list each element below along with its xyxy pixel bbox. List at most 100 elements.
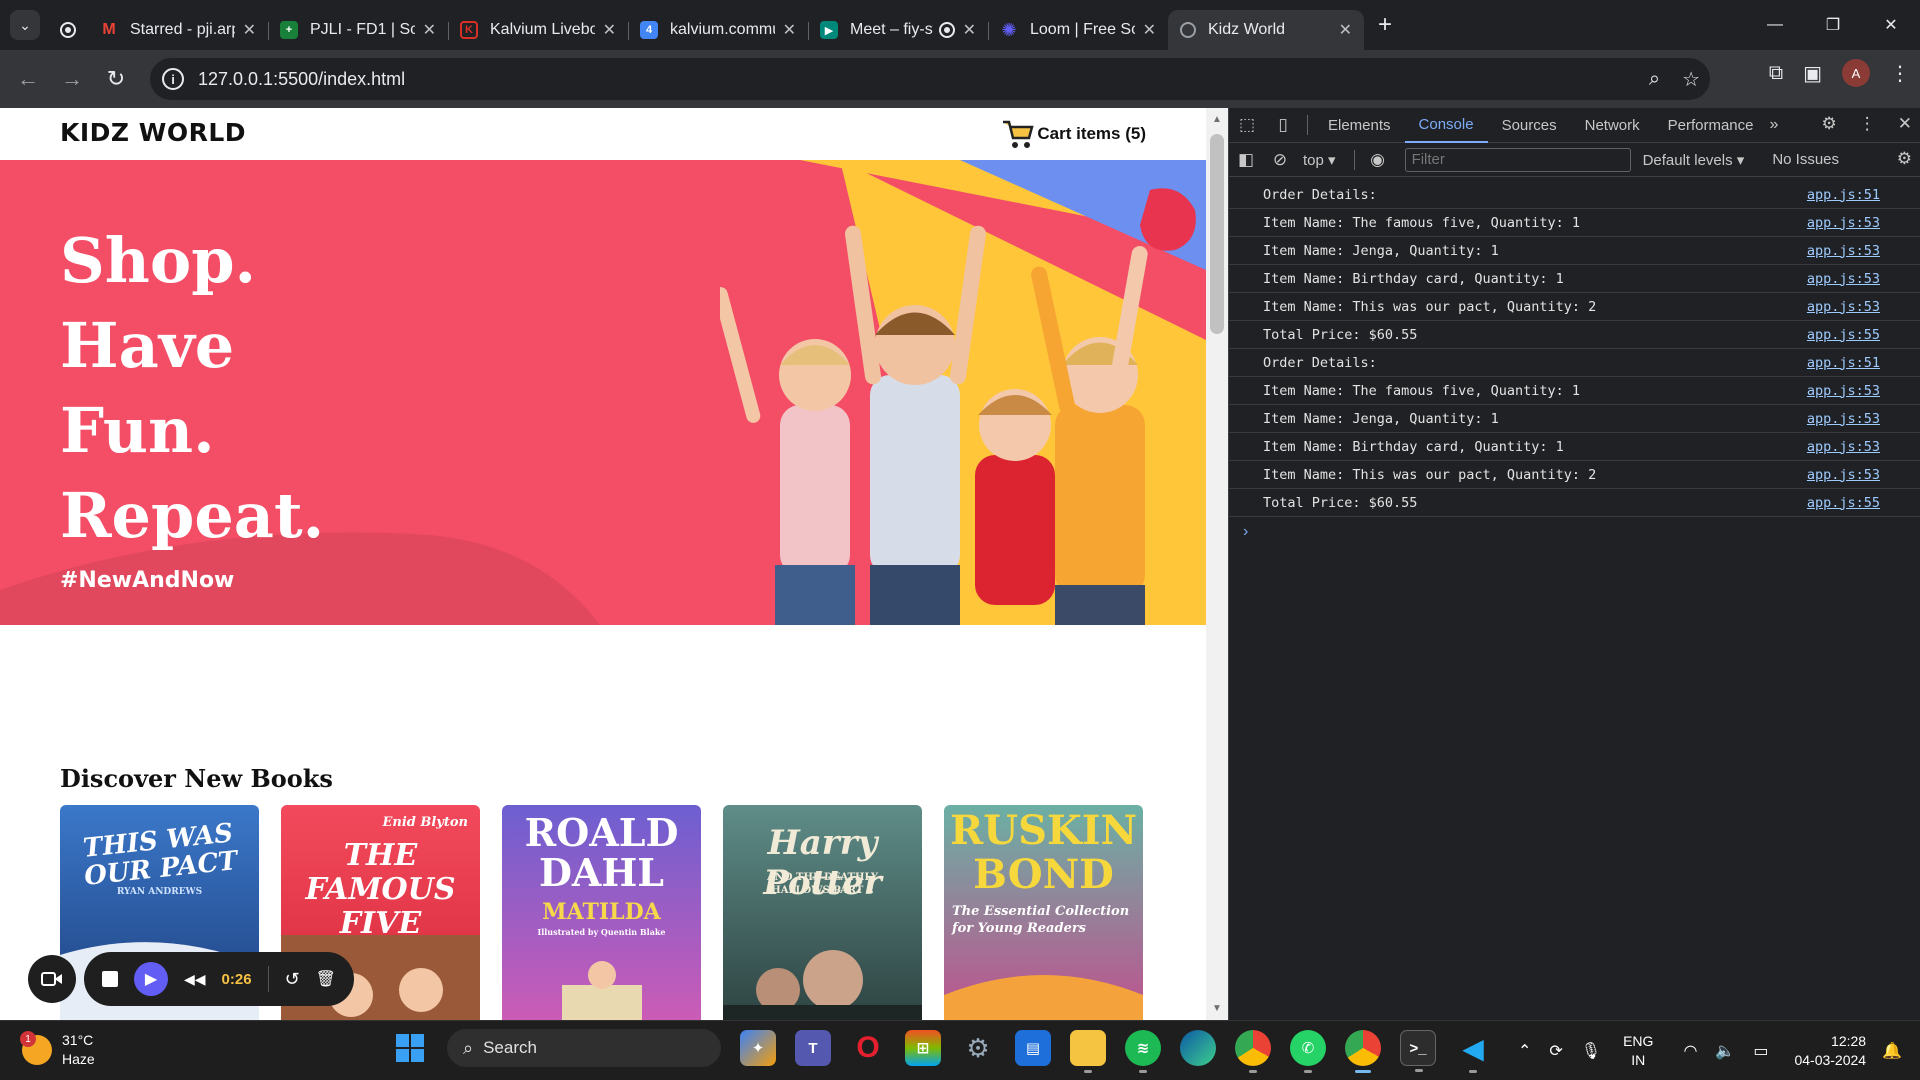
zoom-icon[interactable]: ⌕ xyxy=(1649,68,1660,91)
log-source-link[interactable]: app.js:51 xyxy=(1807,355,1880,371)
show-hidden-icons-chevron-icon[interactable]: ⌃ xyxy=(1518,1041,1531,1061)
extensions-icon[interactable]: ⧉ xyxy=(1769,62,1783,85)
restore-icon[interactable]: ❐ xyxy=(1804,0,1862,50)
start-windows-icon[interactable] xyxy=(392,1030,428,1066)
language-indicator[interactable]: ENG IN xyxy=(1623,1032,1653,1070)
more-tabs-icon[interactable]: » xyxy=(1770,116,1779,134)
camera-icon[interactable] xyxy=(28,955,76,1003)
weather-widget[interactable]: 1 31°C Haze xyxy=(20,1031,95,1069)
inspect-element-icon[interactable]: ⬚ xyxy=(1229,115,1265,135)
clear-console-icon[interactable]: ⊘ xyxy=(1263,150,1297,170)
clock[interactable]: 12:28 04-03-2024 xyxy=(1794,1032,1866,1070)
log-source-link[interactable]: app.js:53 xyxy=(1807,299,1880,315)
sidebar-toggle-icon[interactable]: ◧ xyxy=(1229,150,1263,170)
log-source-link[interactable]: app.js:53 xyxy=(1807,271,1880,287)
rewind-icon[interactable]: ◀◀ xyxy=(184,971,206,988)
close-devtools-icon[interactable]: ✕ xyxy=(1898,114,1912,134)
book-card[interactable]: RUSKIN BOND The Essential Collection for… xyxy=(944,805,1143,1020)
console-prompt-chevron-icon[interactable]: › xyxy=(1229,523,1920,541)
address-bar[interactable]: i 127.0.0.1:5500/index.html ⌕ ☆ xyxy=(150,58,1710,100)
notification-bell-icon[interactable]: 🔔 xyxy=(1882,1041,1902,1061)
forward-icon[interactable]: → xyxy=(52,59,92,99)
edge-icon[interactable] xyxy=(1180,1030,1216,1066)
reload-icon[interactable]: ↻ xyxy=(96,59,136,99)
new-tab-button[interactable]: + xyxy=(1378,11,1392,39)
terminal-icon[interactable]: >_ xyxy=(1400,1030,1436,1072)
store-icon[interactable]: ⊞ xyxy=(905,1030,941,1066)
close-window-icon[interactable]: ✕ xyxy=(1862,0,1920,50)
tab-loom[interactable]: ✺ Loom | Free Screen ✕ xyxy=(988,10,1168,50)
profile-avatar[interactable]: A xyxy=(1842,59,1870,87)
scroll-up-icon[interactable]: ▲ xyxy=(1212,114,1222,125)
trash-icon[interactable]: 🗑 xyxy=(316,969,336,989)
close-tab-icon[interactable]: ✕ xyxy=(423,20,436,40)
spotify-icon[interactable]: ≋ xyxy=(1125,1030,1161,1073)
menu-icon[interactable]: ⋮ xyxy=(1890,61,1910,86)
console-settings-icon[interactable]: ⚙ xyxy=(1897,149,1912,169)
chrome-icon[interactable] xyxy=(1235,1030,1271,1073)
book-card[interactable]: Harry Potter AND THE DEATHLY HALLOWS PAR… xyxy=(723,805,922,1020)
site-info-icon[interactable]: i xyxy=(162,68,184,90)
side-panel-icon[interactable]: ▣ xyxy=(1803,61,1822,86)
tab-sources[interactable]: Sources xyxy=(1488,108,1571,143)
close-tab-icon[interactable]: ✕ xyxy=(243,20,256,40)
taskbar-search[interactable]: ⌕ Search xyxy=(447,1029,721,1067)
volume-icon[interactable]: 🔈 xyxy=(1715,1041,1735,1061)
teams-icon[interactable]: T xyxy=(795,1030,831,1066)
microphone-icon[interactable]: 🎙 xyxy=(1581,1041,1601,1061)
log-source-link[interactable]: app.js:51 xyxy=(1807,187,1880,203)
vscode-icon[interactable]: ◀ xyxy=(1455,1030,1491,1073)
tab-sheets[interactable]: + PJLI - FD1 | Schedule ✕ xyxy=(268,10,449,50)
log-source-link[interactable]: app.js:53 xyxy=(1807,243,1880,259)
chrome-profile-icon[interactable] xyxy=(1345,1030,1381,1073)
bookmark-star-icon[interactable]: ☆ xyxy=(1682,67,1700,92)
close-tab-icon[interactable]: ✕ xyxy=(783,20,796,40)
close-tab-icon[interactable]: ✕ xyxy=(1339,20,1352,40)
cart-button[interactable]: Cart items (5) xyxy=(1001,118,1146,150)
console-filter-input[interactable] xyxy=(1404,147,1631,172)
whatsapp-icon[interactable]: ✆ xyxy=(1290,1030,1326,1073)
tab-kalvium-livebooks[interactable]: K Kalvium Livebooks ✕ xyxy=(448,10,629,50)
tab-kidz-world[interactable]: Kidz World ✕ xyxy=(1168,10,1364,50)
log-source-link[interactable]: app.js:55 xyxy=(1807,327,1880,343)
tab-console[interactable]: Console xyxy=(1404,108,1488,143)
settings-icon[interactable]: ⚙ xyxy=(960,1030,996,1066)
site-logo[interactable]: KIDZ WORLD xyxy=(60,118,246,147)
log-source-link[interactable]: app.js:53 xyxy=(1807,215,1880,231)
stop-icon[interactable] xyxy=(102,971,118,987)
log-source-link[interactable]: app.js:53 xyxy=(1807,383,1880,399)
log-source-link[interactable]: app.js:53 xyxy=(1807,439,1880,455)
play-icon[interactable]: ▶ xyxy=(134,962,168,996)
close-tab-icon[interactable]: ✕ xyxy=(963,20,976,40)
opera-icon[interactable]: O xyxy=(850,1030,886,1066)
sync-icon[interactable]: ⟳ xyxy=(1549,1041,1562,1061)
close-tab-icon[interactable]: ✕ xyxy=(603,20,616,40)
tab-network[interactable]: Network xyxy=(1571,108,1654,143)
restart-icon[interactable]: ↺ xyxy=(285,969,300,990)
wifi-icon[interactable]: ◠ xyxy=(1683,1041,1697,1061)
scrollbar-thumb[interactable] xyxy=(1210,134,1224,334)
devtools-menu-icon[interactable]: ⋮ xyxy=(1859,114,1876,134)
tab-search-button[interactable]: ⌄ xyxy=(10,10,40,40)
issues-counter[interactable]: No Issues xyxy=(1772,151,1839,168)
page-scrollbar[interactable]: ▲ ▼ xyxy=(1206,108,1228,1020)
device-toolbar-icon[interactable]: ▯ xyxy=(1265,115,1301,135)
live-expression-eye-icon[interactable]: ◉ xyxy=(1361,150,1395,170)
word-icon[interactable]: ▤ xyxy=(1015,1030,1051,1066)
tab-gmail[interactable]: M Starred - pji.arpita.m ✕ xyxy=(88,10,269,50)
minimize-icon[interactable]: — xyxy=(1746,0,1804,50)
scroll-down-icon[interactable]: ▼ xyxy=(1212,1003,1222,1014)
close-tab-icon[interactable]: ✕ xyxy=(1143,20,1156,40)
file-explorer-icon[interactable] xyxy=(1070,1030,1106,1073)
book-card[interactable]: ROALD DAHL MATILDA Illustrated by Quenti… xyxy=(502,805,701,1020)
context-selector[interactable]: top ▾ xyxy=(1303,151,1336,169)
log-levels-dropdown[interactable]: Default levels ▾ xyxy=(1643,151,1745,169)
url-text[interactable]: 127.0.0.1:5500/index.html xyxy=(198,69,405,90)
tab-kalvium-community[interactable]: 4 kalvium.community ✕ xyxy=(628,10,809,50)
back-icon[interactable]: ← xyxy=(8,59,48,99)
log-source-link[interactable]: app.js:53 xyxy=(1807,411,1880,427)
settings-gear-icon[interactable]: ⚙ xyxy=(1822,114,1837,134)
log-source-link[interactable]: app.js:55 xyxy=(1807,495,1880,511)
copilot-icon[interactable]: ✦ xyxy=(740,1030,776,1066)
tab-pinned-record[interactable] xyxy=(50,10,88,50)
